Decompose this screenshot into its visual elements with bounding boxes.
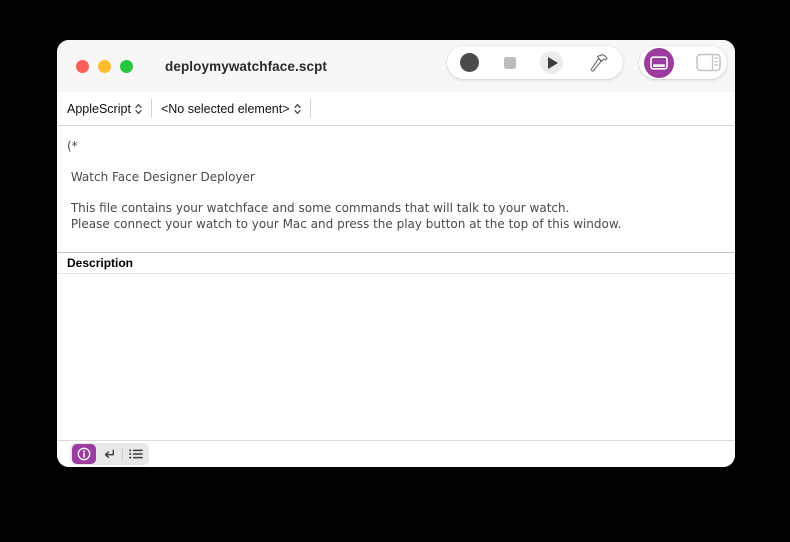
code-line: (* xyxy=(67,139,725,155)
close-button[interactable] xyxy=(76,60,89,73)
run-button[interactable] xyxy=(540,51,563,74)
traffic-lights xyxy=(57,60,133,73)
element-popup[interactable]: <No selected element> xyxy=(161,102,301,116)
language-popup-label: AppleScript xyxy=(67,102,131,116)
description-header-label: Description xyxy=(67,256,133,270)
accessory-view-switcher xyxy=(70,443,149,465)
element-popup-label: <No selected element> xyxy=(161,102,290,116)
code-line: Please connect your watch to your Mac an… xyxy=(67,217,725,233)
minimize-button[interactable] xyxy=(98,60,111,73)
hammer-icon xyxy=(588,52,610,74)
navbar-divider xyxy=(310,99,311,118)
switcher-divider xyxy=(122,448,123,461)
play-icon xyxy=(540,51,563,74)
show-accessory-view-button[interactable] xyxy=(644,48,674,78)
toolbar xyxy=(447,46,727,79)
code-line: Watch Face Designer Deployer xyxy=(67,170,725,186)
show-result-button[interactable] xyxy=(98,444,120,464)
code-line xyxy=(67,155,725,171)
description-content[interactable] xyxy=(57,274,735,440)
title-bar: deploymywatchface.scpt xyxy=(57,40,735,92)
navbar-divider xyxy=(151,99,152,118)
list-icon xyxy=(127,446,145,462)
show-log-button[interactable] xyxy=(125,444,147,464)
show-bundle-contents-button[interactable] xyxy=(695,52,722,73)
navigation-bar: AppleScript <No selected element> xyxy=(57,92,735,126)
view-toggles-group xyxy=(639,46,727,79)
show-description-button[interactable] xyxy=(72,444,96,464)
code-line: This file contains your watchface and so… xyxy=(67,201,725,217)
bottom-bar xyxy=(57,440,735,467)
record-icon xyxy=(460,53,479,72)
bundle-contents-icon xyxy=(695,52,722,73)
info-icon xyxy=(76,446,92,462)
stop-button[interactable] xyxy=(504,57,516,69)
popup-chevrons-icon xyxy=(135,103,142,115)
script-text-editor[interactable]: (* Watch Face Designer Deployer This fil… xyxy=(57,126,735,252)
window-title: deploymywatchface.scpt xyxy=(165,59,327,74)
zoom-button[interactable] xyxy=(120,60,133,73)
script-editor-window: deploymywatchface.scpt xyxy=(57,40,735,467)
desktop-background: deploymywatchface.scpt xyxy=(0,0,790,542)
script-controls-group xyxy=(447,46,623,79)
return-arrow-icon xyxy=(101,446,117,462)
accessory-view-icon xyxy=(649,55,669,71)
record-button[interactable] xyxy=(460,53,479,72)
popup-chevrons-icon xyxy=(294,103,301,115)
compile-button[interactable] xyxy=(588,52,610,74)
code-line xyxy=(67,186,725,202)
stop-icon xyxy=(504,57,516,69)
language-popup[interactable]: AppleScript xyxy=(67,102,142,116)
description-header: Description xyxy=(57,252,735,274)
